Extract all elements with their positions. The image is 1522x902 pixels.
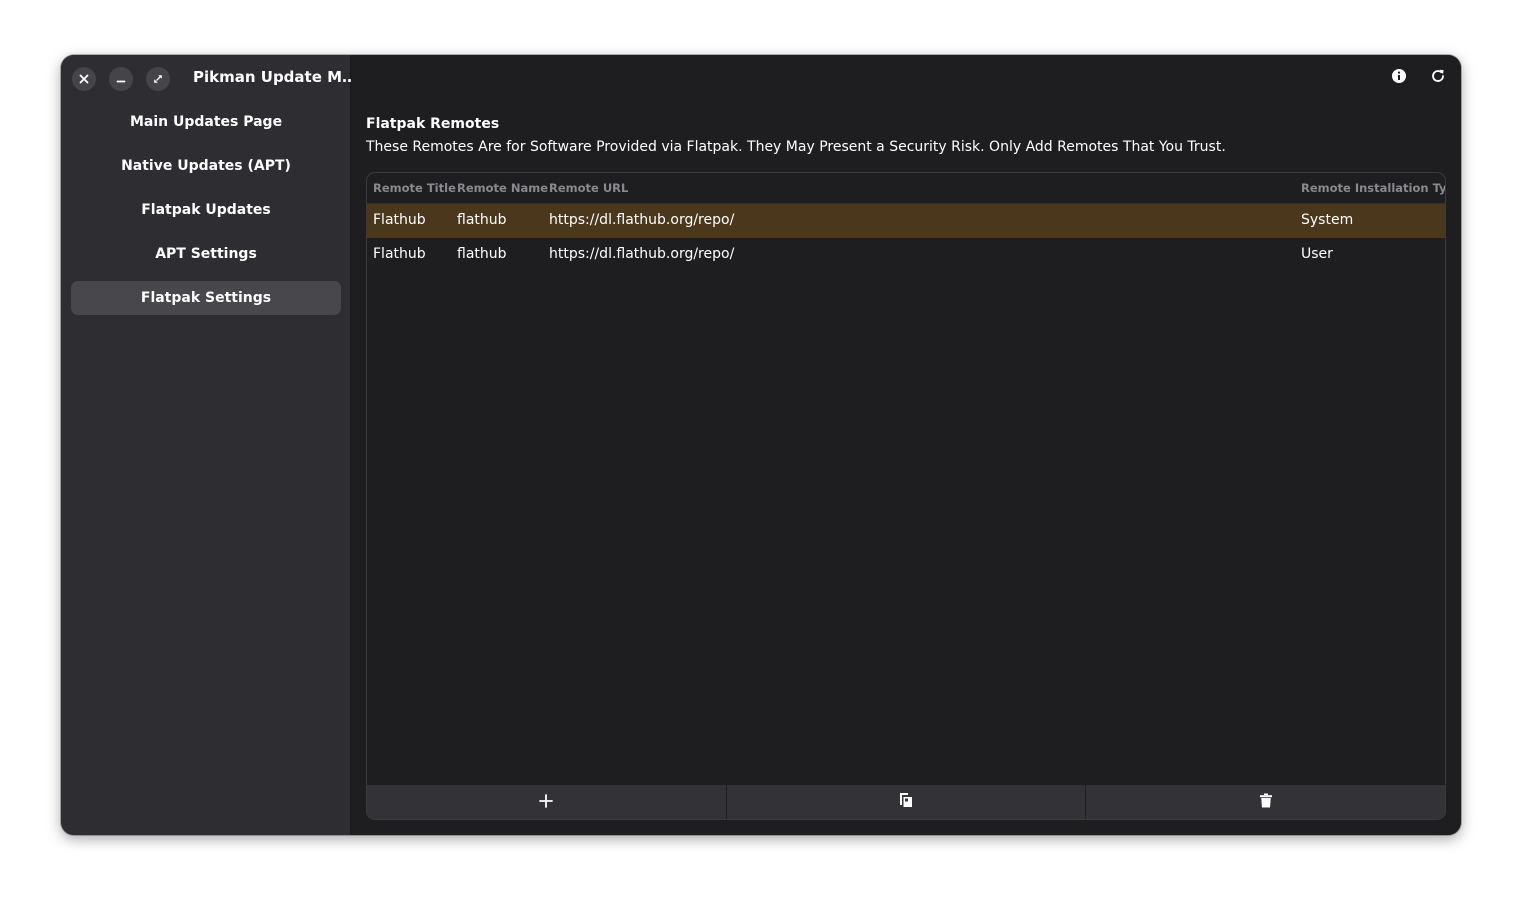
edit-icon: [899, 792, 913, 812]
maximize-button[interactable]: [146, 67, 170, 91]
sidebar-item-label: Main Updates Page: [129, 114, 283, 130]
column-header-remote-url[interactable]: Remote URL: [549, 181, 628, 195]
info-icon: [1391, 68, 1407, 88]
table-action-bar: [367, 785, 1445, 819]
sidebar-item-label: APT Settings: [155, 246, 257, 262]
cell-remote-title: Flathub: [373, 212, 426, 228]
refresh-button[interactable]: [1428, 68, 1448, 88]
sidebar-item-flatpak-updates[interactable]: Flatpak Updates: [71, 193, 341, 227]
sidebar-item-label: Flatpak Settings: [140, 290, 272, 306]
sidebar-item-flatpak-settings[interactable]: Flatpak Settings: [71, 281, 341, 315]
column-header-installation-type[interactable]: Remote Installation Type: [1301, 181, 1445, 195]
column-header-remote-name[interactable]: Remote Name: [457, 181, 548, 195]
sidebar-header: Pikman Update M…: [61, 55, 357, 101]
cell-remote-url: https://dl.flathub.org/repo/: [549, 246, 735, 262]
minimize-button[interactable]: [109, 67, 133, 91]
column-header-remote-title[interactable]: Remote Title: [373, 181, 456, 195]
table-row[interactable]: Flathub flathub https://dl.flathub.org/r…: [367, 238, 1445, 272]
maximize-icon: [153, 74, 163, 84]
refresh-icon: [1430, 68, 1446, 88]
close-icon: [79, 74, 89, 84]
cell-remote-title: Flathub: [373, 246, 426, 262]
delete-remote-button[interactable]: [1086, 785, 1445, 819]
cell-installation-type: System: [1301, 212, 1354, 228]
cell-remote-name: flathub: [457, 246, 507, 262]
sidebar-item-label: Native Updates (APT): [121, 158, 291, 174]
sidebar-item-apt-settings[interactable]: APT Settings: [71, 237, 341, 271]
sidebar-item-label: Flatpak Updates: [141, 202, 271, 218]
add-icon: [539, 793, 554, 812]
table-row[interactable]: Flathub flathub https://dl.flathub.org/r…: [367, 204, 1445, 238]
app-window: Pikman Update M… Main Updates Page Nativ…: [61, 55, 1461, 835]
about-button[interactable]: [1389, 68, 1409, 88]
edit-remote-button[interactable]: [727, 785, 1087, 819]
add-remote-button[interactable]: [367, 785, 727, 819]
delete-icon: [1259, 793, 1273, 812]
close-button[interactable]: [72, 67, 96, 91]
window-title: Pikman Update M…: [193, 68, 358, 86]
sidebar-item-native-updates-apt[interactable]: Native Updates (APT): [71, 149, 341, 183]
page-title: Flatpak Remotes: [366, 116, 500, 132]
cell-installation-type: User: [1301, 246, 1333, 262]
minimize-icon: [116, 74, 126, 84]
cell-remote-name: flathub: [457, 212, 507, 228]
sidebar-item-main-updates-page[interactable]: Main Updates Page: [71, 105, 341, 139]
remotes-table: Remote Title Remote Name Remote URL Remo…: [366, 172, 1446, 820]
main-content: Flatpak Remotes These Remotes Are for So…: [351, 55, 1461, 835]
cell-remote-url: https://dl.flathub.org/repo/: [549, 212, 735, 228]
page-description: These Remotes Are for Software Provided …: [366, 139, 1226, 155]
sidebar: Pikman Update M… Main Updates Page Nativ…: [61, 55, 357, 835]
sidebar-nav: Main Updates Page Native Updates (APT) F…: [71, 105, 341, 325]
table-header: Remote Title Remote Name Remote URL Remo…: [367, 173, 1445, 204]
